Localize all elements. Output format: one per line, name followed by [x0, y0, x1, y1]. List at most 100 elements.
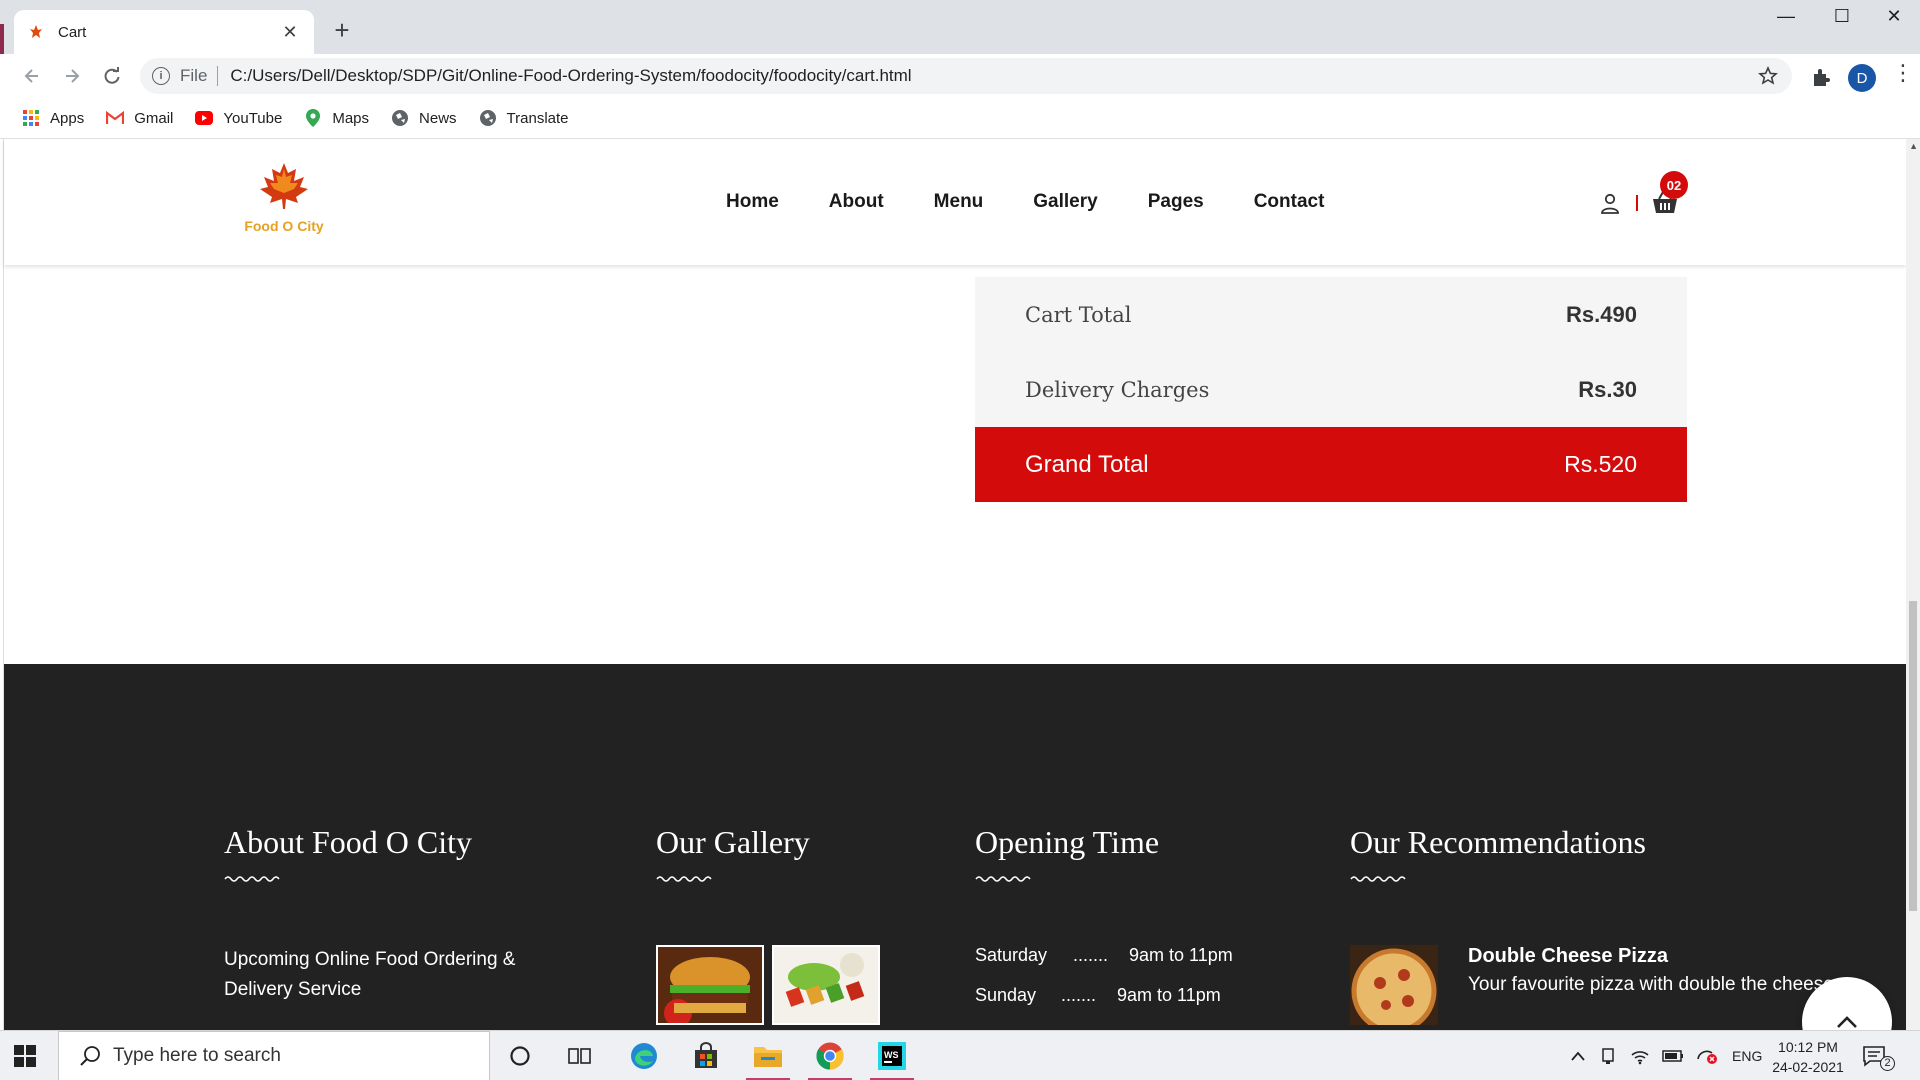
maximize-icon[interactable]: ☐	[1822, 6, 1862, 27]
nav-home[interactable]: Home	[726, 191, 779, 213]
hours-time: 9am to 11pm	[1117, 985, 1221, 1005]
footer-gallery-title: Our Gallery	[656, 824, 810, 860]
device-icon[interactable]	[1600, 1047, 1618, 1065]
chevron-up-icon[interactable]	[1570, 1050, 1586, 1062]
action-center[interactable]: 2	[1862, 1031, 1895, 1080]
page-scrollbar[interactable]: ▲	[1906, 139, 1920, 1030]
cart-total-row: Cart Total Rs.490	[975, 277, 1687, 352]
file-explorer-icon[interactable]	[740, 1031, 796, 1080]
footer-about: About Food O City Upcoming Online Food O…	[224, 824, 544, 1005]
network-error-icon[interactable]	[1696, 1047, 1718, 1065]
hours-time: 9am to 11pm	[1129, 945, 1233, 965]
windows-start-icon[interactable]	[14, 1045, 36, 1067]
bookmark-label: Translate	[506, 109, 569, 127]
window-close-icon[interactable]: ✕	[1874, 6, 1914, 27]
taskbar-clock[interactable]: 10:12 PM 24-02-2021	[1768, 1037, 1848, 1077]
bookmark-news[interactable]: News	[391, 109, 457, 127]
window-edge	[0, 24, 4, 54]
system-tray: ENG	[1570, 1031, 1762, 1080]
edge-icon[interactable]	[616, 1031, 672, 1080]
search-icon	[80, 1046, 100, 1066]
grand-total-label: Grand Total	[1025, 450, 1149, 478]
store-icon[interactable]	[678, 1031, 734, 1080]
grand-total-row: Grand Total Rs.520	[975, 427, 1687, 502]
tab-title: Cart	[58, 23, 87, 41]
bookmark-youtube[interactable]: YouTube	[195, 109, 282, 127]
tab-strip: Cart ✕ + — ☐ ✕	[0, 0, 1920, 54]
back-icon[interactable]	[20, 64, 44, 88]
language-indicator[interactable]: ENG	[1732, 1048, 1762, 1064]
gallery-skewers-image[interactable]	[772, 945, 880, 1025]
footer-rec-title: Our Recommendations	[1350, 824, 1646, 860]
taskbar-search-placeholder: Type here to search	[113, 1045, 281, 1066]
footer-hours-title: Opening Time	[975, 824, 1160, 860]
pizza-image	[1350, 945, 1438, 1025]
task-view-icon[interactable]	[552, 1031, 608, 1080]
bookmark-gmail[interactable]: Gmail	[106, 109, 173, 127]
address-url[interactable]: C:/Users/Dell/Desktop/SDP/Git/Online-Foo…	[230, 66, 911, 86]
user-account-icon[interactable]	[1600, 193, 1620, 215]
bookmark-label: Gmail	[134, 109, 174, 127]
chevron-up-icon	[1837, 1016, 1857, 1028]
bookmark-translate[interactable]: Translate	[479, 109, 569, 127]
forward-icon[interactable]	[60, 64, 84, 88]
hours-dots: .......	[1061, 985, 1097, 1005]
nav-menu[interactable]: Menu	[934, 191, 984, 213]
hours-row: Saturday ....... 9am to 11pm	[975, 945, 1233, 985]
nav-gallery[interactable]: Gallery	[1033, 191, 1097, 213]
scroll-up-arrow-icon[interactable]: ▲	[1909, 141, 1918, 151]
header-divider	[1636, 195, 1638, 211]
address-scheme: File	[180, 66, 208, 85]
extensions-icon[interactable]	[1810, 66, 1832, 88]
nav-pages[interactable]: Pages	[1148, 191, 1204, 213]
battery-icon[interactable]	[1662, 1049, 1684, 1063]
page-viewport: Food O City Home About Menu Gallery Page…	[0, 138, 1920, 1030]
svg-text:WS: WS	[884, 1050, 899, 1060]
cortana-icon[interactable]	[492, 1031, 548, 1080]
nav-contact[interactable]: Contact	[1254, 191, 1325, 213]
browser-menu-icon[interactable]: ⋮	[1892, 62, 1914, 84]
scrollbar-thumb[interactable]	[1909, 601, 1917, 911]
footer-about-title: About Food O City	[224, 824, 473, 860]
site-favicon-icon	[30, 25, 42, 38]
rec-item-desc: Your favourite pizza with double the che…	[1468, 974, 1834, 995]
bookmark-star-icon[interactable]	[1758, 66, 1778, 86]
profile-avatar[interactable]: D	[1848, 64, 1876, 92]
cart-count-badge: 02	[1660, 171, 1688, 199]
footer-recommendations: Our Recommendations Double Cheese Pizza	[1350, 824, 1834, 1025]
recommendation-text: Double Cheese Pizza Your favourite pizza…	[1468, 945, 1834, 1025]
nav-about[interactable]: About	[829, 191, 884, 213]
maple-leaf-logo-icon	[260, 163, 308, 209]
bookmark-label: Apps	[50, 109, 85, 127]
hours-row: Sunday ....... 9am to 11pm	[975, 985, 1233, 1025]
gallery-burger-image[interactable]	[656, 945, 764, 1025]
notification-count-badge: 2	[1880, 1055, 1895, 1071]
browser-tab[interactable]: Cart ✕	[14, 10, 314, 54]
tab-close-icon[interactable]: ✕	[280, 22, 300, 43]
chrome-icon[interactable]	[802, 1031, 858, 1080]
cart-total-value: Rs.490	[1566, 301, 1637, 327]
hours-day: Sunday	[975, 985, 1037, 1005]
main-nav: Home About Menu Gallery Pages Contact	[726, 191, 1374, 213]
cart-total-label: Cart Total	[1025, 302, 1132, 327]
webstorm-icon[interactable]: WS	[864, 1031, 920, 1080]
taskbar-search-box[interactable]: Type here to search	[58, 1031, 490, 1080]
bookmark-label: YouTube	[223, 109, 283, 127]
site-logo[interactable]: Food O City	[224, 161, 344, 241]
site-info-icon[interactable]: i	[152, 67, 170, 85]
bookmark-apps[interactable]: Apps	[22, 109, 84, 127]
maps-icon	[304, 109, 322, 127]
new-tab-button[interactable]: +	[328, 16, 356, 44]
opening-hours-list: Saturday ....... 9am to 11pm Sunday ....…	[975, 945, 1233, 1025]
squiggle-divider-icon	[975, 876, 1031, 882]
clock-date: 24-02-2021	[1772, 1059, 1844, 1075]
bookmark-maps[interactable]: Maps	[304, 109, 369, 127]
site-header: Food O City Home About Menu Gallery Page…	[4, 139, 1906, 265]
wifi-icon[interactable]	[1630, 1047, 1650, 1065]
minimize-icon[interactable]: —	[1766, 6, 1806, 27]
address-bar[interactable]: i File C:/Users/Dell/Desktop/SDP/Git/Onl…	[140, 58, 1792, 94]
hours-dots: .......	[1073, 945, 1109, 965]
recommendation-item[interactable]: Double Cheese Pizza Your favourite pizza…	[1350, 945, 1834, 1025]
reload-icon[interactable]	[100, 64, 124, 88]
globe-icon	[391, 109, 409, 127]
